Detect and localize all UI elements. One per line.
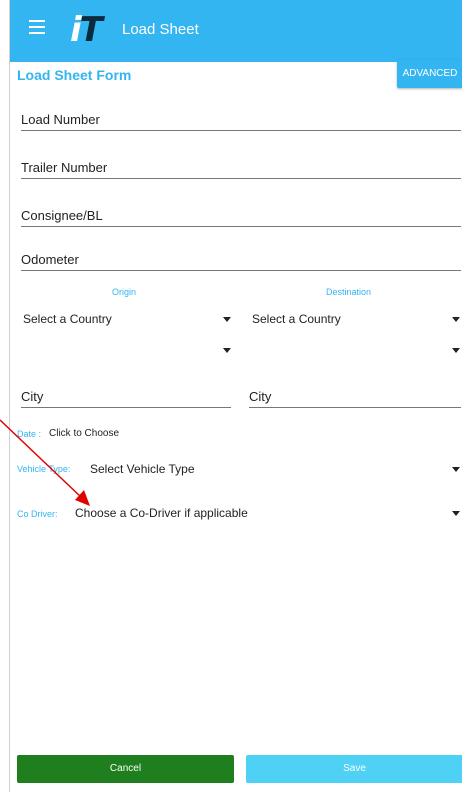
- destination-city-input[interactable]: City: [249, 389, 461, 408]
- advanced-button[interactable]: ADVANCED: [397, 60, 462, 88]
- chevron-down-icon: [452, 511, 460, 516]
- chevron-down-icon: [452, 467, 460, 472]
- destination-label: Destination: [326, 287, 372, 297]
- co-driver-select[interactable]: Choose a Co-Driver if applicable: [75, 506, 462, 522]
- annotation-arrow-icon: [0, 419, 90, 506]
- cancel-button[interactable]: Cancel: [17, 755, 234, 783]
- save-button[interactable]: Save: [246, 755, 462, 783]
- destination-country-select[interactable]: Select a Country: [252, 312, 462, 328]
- chevron-down-icon: [452, 348, 460, 353]
- app-title: Load Sheet: [122, 21, 199, 38]
- chevron-down-icon: [452, 317, 460, 322]
- chevron-down-icon: [223, 348, 231, 353]
- destination-state-select[interactable]: [252, 344, 462, 360]
- chevron-down-icon: [223, 317, 231, 322]
- vehicle-type-select[interactable]: Select Vehicle Type: [90, 462, 462, 478]
